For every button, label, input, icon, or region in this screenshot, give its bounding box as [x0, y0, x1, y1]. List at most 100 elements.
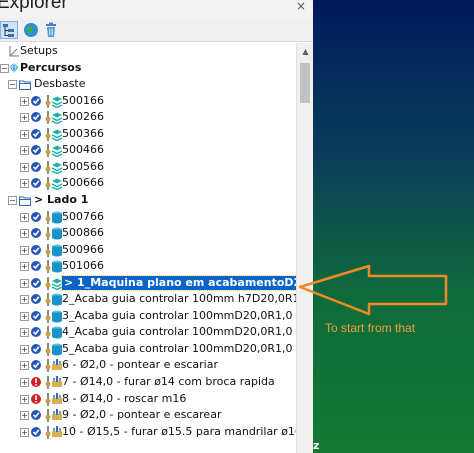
tree-item-toolpath[interactable]: +9 - Ø2,0 - pontear e escarear	[0, 407, 296, 424]
viewport-axis-mark: z	[313, 439, 320, 452]
tree-item-toolpath[interactable]: +500866	[0, 225, 296, 242]
tree-item-label: 500466	[62, 143, 104, 157]
status-ok-icon	[30, 110, 42, 124]
status-ok-icon	[30, 176, 42, 190]
expand-icon[interactable]: +	[20, 212, 29, 222]
tree-view-icon[interactable]	[0, 21, 18, 39]
tree-item-toolpath[interactable]: +500166	[0, 93, 296, 110]
folder-icon	[19, 77, 31, 91]
scroll-up-icon[interactable]: ▲	[297, 43, 313, 60]
expand-icon[interactable]: +	[20, 295, 29, 305]
expand-icon[interactable]: +	[20, 229, 29, 239]
tree-item-label: 500366	[62, 126, 104, 140]
tree-item-toolpath[interactable]: +4_Acaba guia controlar 100mmD20,0R1,0	[0, 324, 296, 341]
tree-item-toolpath[interactable]: +500266	[0, 109, 296, 126]
tree-item-toolpath[interactable]: +500766	[0, 209, 296, 226]
tree-item-toolpath[interactable]: +500566	[0, 159, 296, 176]
tree-item-toolpath[interactable]: +10 - Ø15,5 - furar ø15.5 para mandrilar…	[0, 424, 296, 441]
status-ok-icon	[30, 127, 42, 141]
status-ok-icon	[30, 259, 42, 273]
tree-item-label: 500266	[62, 110, 104, 124]
annotation-text: To start from that	[325, 321, 416, 335]
expand-icon[interactable]: +	[20, 96, 29, 106]
folder-icon	[19, 193, 31, 207]
tree-item-label: Setups	[20, 44, 58, 57]
tree-item-toolpath[interactable]: +501066	[0, 258, 296, 275]
tree-item-label: 6 - Ø2,0 - pontear e escariar	[62, 358, 218, 372]
operations-tree: Setups − Percursos − Desbaste +500166 +500266 +…	[0, 43, 296, 453]
trash-icon[interactable]	[42, 21, 60, 39]
tree-item-label: 500666	[62, 176, 104, 190]
setup-icon	[8, 44, 20, 58]
tree-item-label: 5_Acaba guia controlar 100mmD20,0R1,0	[62, 341, 293, 355]
expand-icon[interactable]: +	[20, 113, 29, 123]
tree-item-label: 7 - Ø14,0 - furar ø14 com broca rapida	[62, 375, 275, 388]
tree-item-toolpath[interactable]: +500666	[0, 175, 296, 192]
expand-icon[interactable]: +	[20, 179, 29, 189]
tree-item-toolpath[interactable]: +3_Acaba guia controlar 100mmD20,0R1,0	[0, 308, 296, 325]
tree-item-label: 4_Acaba guia controlar 100mmD20,0R1,0	[62, 325, 293, 339]
tree-item-label: > 1_Maquina plano em acabamentoD20,0R1,0	[61, 274, 296, 291]
expand-icon[interactable]: +	[20, 311, 29, 321]
tree-item-label: 500166	[62, 93, 104, 107]
expand-icon[interactable]: +	[20, 361, 29, 371]
expand-icon[interactable]: +	[20, 262, 29, 272]
tree-item-toolpath[interactable]: +8 - Ø14,0 - roscar m16	[0, 391, 296, 408]
tree-item-setups[interactable]: Setups	[0, 43, 296, 60]
status-ok-icon	[30, 243, 42, 257]
explorer-panel: Explorer × Setups − Percursos − Desbaste…	[0, 0, 313, 453]
tree-item-label: 501066	[62, 259, 104, 273]
expand-icon[interactable]: +	[20, 411, 29, 421]
tree-item-label: 10 - Ø15,5 - furar ø15.5 para mandrilar …	[62, 424, 296, 438]
tree-item-toolpath[interactable]: +7 - Ø14,0 - furar ø14 com broca rapida	[0, 374, 296, 391]
tree-item-toolpath[interactable]: +6 - Ø2,0 - pontear e escariar	[0, 357, 296, 374]
expand-icon[interactable]: +	[20, 427, 29, 437]
expand-icon[interactable]: +	[20, 394, 29, 404]
tree-item-label: > Lado 1	[34, 192, 89, 206]
expand-icon[interactable]: +	[20, 378, 29, 387]
graphics-viewport: To start from that z	[313, 0, 474, 453]
tree-item-label: 500866	[62, 226, 104, 240]
tree-item-toolpath[interactable]: +5_Acaba guia controlar 100mmD20,0R1,0	[0, 341, 296, 358]
scroll-thumb[interactable]	[300, 63, 310, 103]
tree-item-selected-toolpath[interactable]: + > 1_Maquina plano em acabamentoD20,0R1,…	[0, 274, 296, 292]
tree-item-toolpath[interactable]: +500466	[0, 142, 296, 159]
expand-icon[interactable]: +	[20, 245, 29, 255]
expand-icon[interactable]: +	[20, 162, 29, 172]
expand-icon[interactable]: +	[20, 344, 29, 354]
tree-item-label: 500566	[62, 159, 104, 173]
status-ok-icon	[30, 425, 42, 439]
tree-item-desbaste[interactable]: − Desbaste	[0, 76, 296, 93]
globe-icon[interactable]	[22, 21, 40, 39]
tree-item-lado[interactable]: − > Lado 1	[0, 192, 296, 209]
vertical-scrollbar[interactable]: ▲	[296, 43, 313, 453]
tree-item-percursos[interactable]: − Percursos	[0, 60, 296, 77]
status-ok-icon	[30, 94, 42, 108]
status-ok-icon	[30, 342, 42, 356]
expand-icon[interactable]: +	[20, 328, 29, 338]
tree-item-toolpath[interactable]: +500966	[0, 242, 296, 259]
tree-item-label: 3_Acaba guia controlar 100mmD20,0R1,0	[62, 308, 293, 322]
status-error-icon	[30, 375, 42, 389]
tree-item-label: 500766	[62, 209, 104, 223]
collapse-icon[interactable]: −	[8, 80, 17, 90]
tree-item-label: Percursos	[20, 60, 82, 74]
tree-item-label: 8 - Ø14,0 - roscar m16	[62, 391, 187, 405]
status-ok-icon	[30, 358, 42, 372]
status-ok-icon	[30, 143, 42, 157]
status-ok-icon	[30, 276, 42, 290]
collapse-icon[interactable]: −	[8, 195, 17, 205]
status-ok-icon	[30, 210, 42, 224]
status-ok-icon	[30, 309, 42, 323]
panel-title-bar: Explorer ×	[0, 0, 313, 18]
status-error-icon	[30, 392, 42, 406]
close-icon[interactable]: ×	[294, 0, 308, 12]
tree-item-toolpath[interactable]: +500366	[0, 126, 296, 143]
expand-icon[interactable]: +	[20, 146, 29, 156]
explorer-toolbar	[0, 18, 313, 42]
expand-icon[interactable]: +	[20, 129, 29, 139]
tree-item-label: 500966	[62, 242, 104, 256]
expand-icon[interactable]: +	[20, 278, 29, 288]
panel-title: Explorer	[0, 0, 68, 13]
tree-item-toolpath[interactable]: +2_Acaba guia controlar 100mm h7D20,0R1,…	[0, 291, 296, 308]
